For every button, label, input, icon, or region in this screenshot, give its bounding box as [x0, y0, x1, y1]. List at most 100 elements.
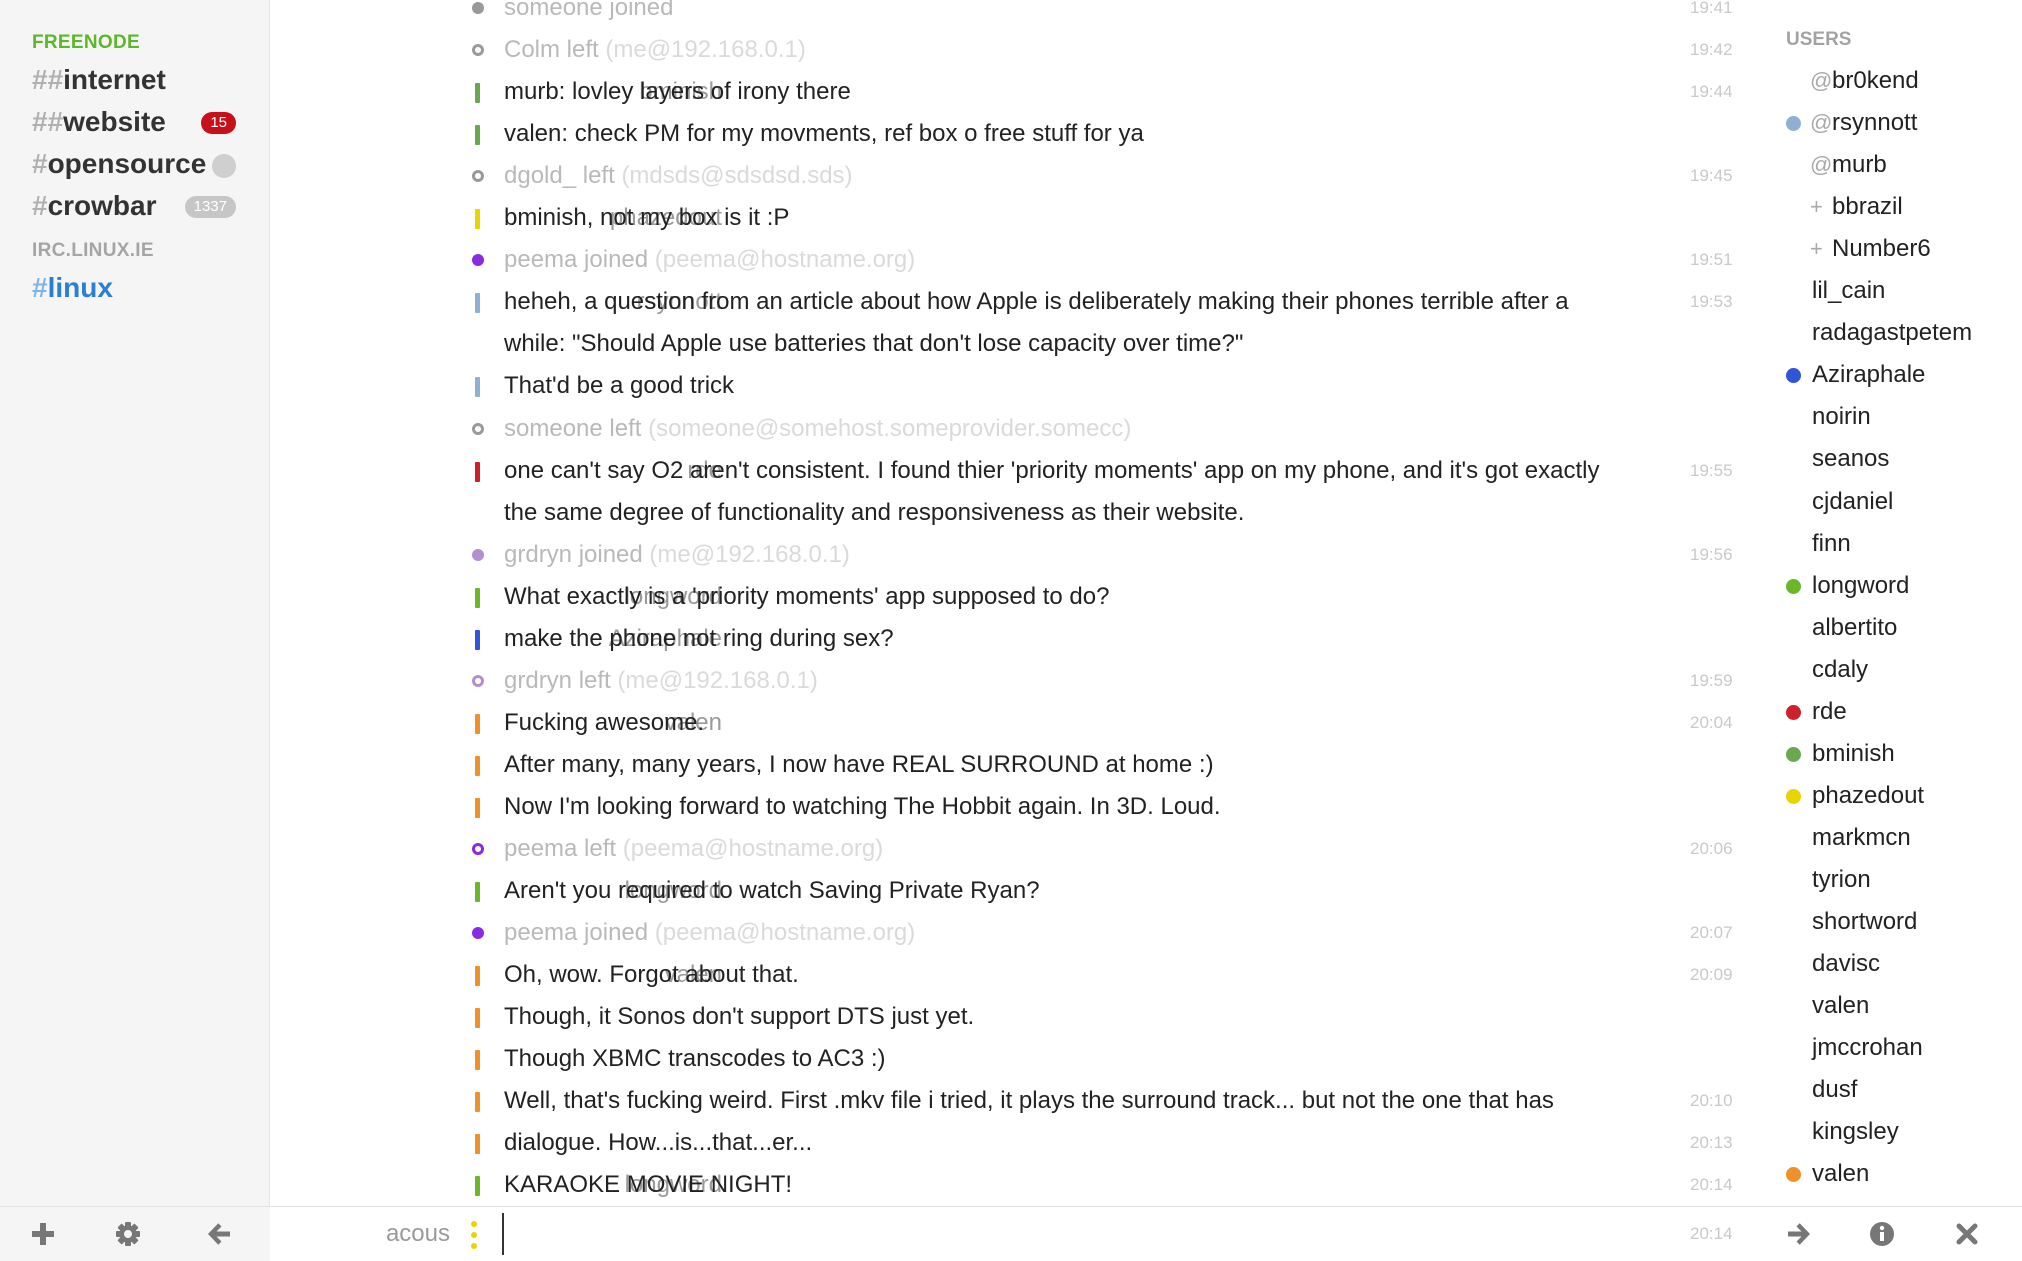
user-item[interactable]: kingsley — [1760, 1111, 2022, 1153]
message-input-area — [468, 1213, 1668, 1255]
event-text: grdryn joined (me@192.168.0.1) — [504, 534, 850, 576]
user-item[interactable]: jmccrohan — [1760, 1027, 2022, 1069]
user-mode-prefix: + — [1810, 236, 1823, 262]
event-description: peema left — [504, 835, 617, 862]
event-description: peema joined — [504, 919, 649, 947]
message-text: What exactly is a 'priority moments' app… — [504, 582, 1110, 610]
channel-prefix: ## — [32, 106, 64, 137]
user-item[interactable]: bminish — [1760, 733, 2022, 775]
user-item[interactable]: tyrion — [1760, 859, 2022, 901]
user-item[interactable]: Aziraphale — [1760, 354, 2022, 396]
bottom-bar: acous 20:14 — [0, 1206, 2022, 1261]
user-name: valen — [1812, 1160, 1870, 1188]
user-item[interactable]: lil_cain — [1760, 270, 2022, 312]
message-input[interactable] — [502, 1213, 1602, 1255]
message-log[interactable]: someone joined 19:41 Colm left (me@192.168… — [270, 0, 1740, 1206]
channel-name: internet — [63, 64, 166, 95]
message-text: Though, it Sonos don't support DTS just … — [504, 1003, 975, 1031]
message-timestamp: 20:10 — [1690, 1091, 1733, 1111]
message-row: rsynnott heheh, a question from an articl… — [270, 281, 1740, 323]
network-label: IRC.LINUX.IE — [32, 240, 154, 261]
close-icon[interactable] — [1950, 1217, 1984, 1251]
message-text: one can't say O2 aren't consistent. I fo… — [504, 456, 1600, 484]
message-row: Aziraphale make the phone not ring during… — [270, 618, 1740, 660]
nick-color-mark — [475, 882, 480, 903]
nick-color-mark — [475, 797, 480, 818]
message-timestamp: 19:56 — [1690, 544, 1733, 564]
user-item[interactable]: @ murb — [1760, 144, 2022, 186]
nick-color-mark — [475, 461, 480, 482]
message-text: Though XBMC transcodes to AC3 :) — [504, 1045, 886, 1073]
message-text: KARAOKE MOVIE NIGHT! — [504, 1171, 793, 1199]
nick-color-mark — [475, 209, 480, 230]
event-description: grdryn joined — [504, 540, 643, 568]
message-row: After many, many years, I now have REAL … — [270, 744, 1740, 786]
user-color-dot — [1786, 746, 1801, 762]
user-item[interactable]: finn — [1760, 523, 2022, 565]
user-item[interactable]: @ rsynnott — [1760, 102, 2022, 144]
user-item[interactable]: rde — [1760, 691, 2022, 733]
user-color-dot — [1786, 116, 1801, 132]
nick-color-mark — [475, 1092, 480, 1113]
message-timestamp: 19:51 — [1690, 250, 1733, 270]
network-label: FREENODE — [32, 32, 140, 53]
message-timestamp: 20:09 — [1690, 965, 1733, 985]
user-item[interactable]: + bbrazil — [1760, 186, 2022, 228]
message-row: valen Fucking awesome. 20:04 — [270, 702, 1740, 744]
message-row: That'd be a good trick — [270, 365, 1740, 407]
user-name: shortword — [1812, 908, 1918, 935]
user-item[interactable]: cjdaniel — [1760, 481, 2022, 523]
user-color-dot — [1786, 788, 1801, 804]
user-item[interactable]: seanos — [1760, 438, 2022, 480]
arrow-right-icon[interactable] — [1780, 1217, 1814, 1251]
user-item[interactable]: + Number6 — [1760, 228, 2022, 270]
user-name: cjdaniel — [1812, 487, 1894, 515]
info-icon[interactable] — [1865, 1217, 1899, 1251]
unread-badge: 1337 — [184, 196, 236, 218]
user-name: bbrazil — [1832, 193, 1903, 221]
user-item[interactable]: noirin — [1760, 396, 2022, 438]
user-name: bminish — [1812, 739, 1895, 767]
event-host: (peema@hostname.org) — [654, 246, 916, 274]
user-item[interactable]: shortword — [1760, 901, 2022, 943]
message-timestamp: 19:45 — [1690, 166, 1733, 186]
channel-crowbar[interactable]: #crowbar 1337 — [32, 186, 242, 226]
event-text: peema joined (peema@hostname.org) — [504, 239, 915, 281]
gear-icon[interactable] — [111, 1217, 145, 1251]
channel-internet[interactable]: ##internet — [32, 60, 242, 100]
message-timestamp: 19:55 — [1690, 460, 1733, 480]
user-item[interactable]: albertito — [1760, 607, 2022, 649]
user-item[interactable]: radagastpetem — [1760, 312, 2022, 354]
join-icon — [472, 548, 484, 561]
channel-name: crowbar — [47, 190, 157, 221]
user-mode-prefix: + — [1810, 194, 1823, 220]
channel-sidebar: FREENODE ##internet ##website 15 #opensource… — [0, 0, 270, 1206]
event-text: Colm left (me@192.168.0.1) — [504, 29, 806, 71]
user-item[interactable]: cdaly — [1760, 649, 2022, 691]
leave-icon — [472, 44, 484, 57]
user-item[interactable]: valen — [1760, 985, 2022, 1027]
event-description: Colm left — [504, 36, 599, 64]
user-name: Aziraphale — [1812, 361, 1926, 389]
user-name: phazedout — [1812, 781, 1925, 809]
join-icon — [472, 2, 484, 14]
nick-color-mark — [475, 293, 480, 314]
event-text: someone joined — [504, 0, 673, 29]
event-row: Colm left (me@192.168.0.1) 19:42 — [270, 29, 1740, 71]
event-description: grdryn left — [504, 666, 611, 694]
user-item[interactable]: valen — [1760, 1153, 2022, 1195]
add-icon[interactable] — [26, 1217, 60, 1251]
event-row: grdryn joined (me@192.168.0.1) 19:56 — [270, 534, 1740, 576]
message-row: longword KARAOKE MOVIE NIGHT! 20:14 — [270, 1164, 1740, 1206]
channel-website[interactable]: ##website 15 — [32, 102, 242, 142]
user-item[interactable]: longword — [1760, 565, 2022, 607]
user-name: valen — [1812, 992, 1870, 1020]
user-item[interactable]: davisc — [1760, 943, 2022, 985]
arrow-left-icon[interactable] — [204, 1217, 238, 1251]
user-item[interactable]: @ br0kend — [1760, 60, 2022, 102]
channel-linux[interactable]: #linux — [32, 268, 242, 308]
user-item[interactable]: phazedout — [1760, 775, 2022, 817]
channel-opensource[interactable]: #opensource — [32, 144, 242, 184]
user-item[interactable]: dusf — [1760, 1069, 2022, 1111]
user-item[interactable]: markmcn — [1760, 817, 2022, 859]
